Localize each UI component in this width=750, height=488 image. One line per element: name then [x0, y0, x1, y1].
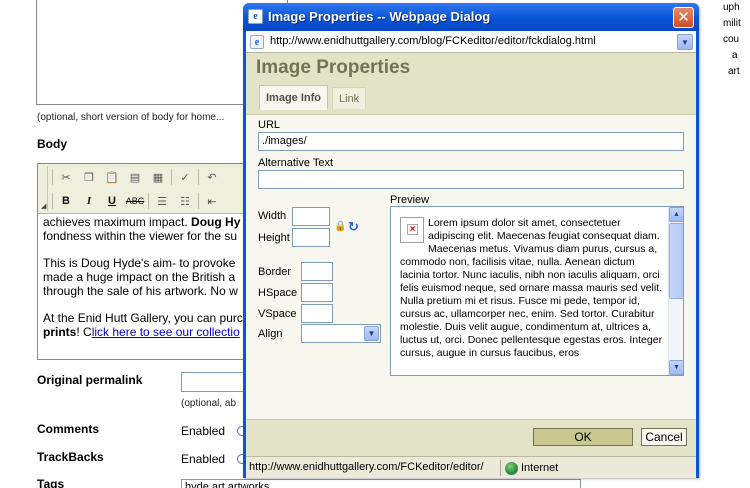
- tab-image-info[interactable]: Image Info: [259, 85, 329, 110]
- address-bar: e http://www.enidhuttgallery.com/blog/FC…: [246, 31, 696, 53]
- border-label: Border: [258, 266, 292, 278]
- toolbar-row-2: B I U ABC ☰ ☷ ⇤: [52, 191, 222, 211]
- alt-text-input[interactable]: [258, 170, 684, 189]
- toolbar-row-1: ✂ ❐ 📋 ▤ ▦ ✓ ↶: [52, 167, 222, 187]
- cut-icon[interactable]: ✂: [56, 168, 76, 186]
- chevron-down-icon[interactable]: ▼: [677, 34, 693, 50]
- dialog-button-bar: OK Cancel: [246, 419, 696, 456]
- underline-button[interactable]: U: [102, 192, 122, 210]
- hspace-label: HSpace: [258, 287, 298, 299]
- paste-text-icon[interactable]: ▤: [125, 168, 145, 186]
- spellcheck-icon[interactable]: ✓: [175, 168, 195, 186]
- strikethrough-button[interactable]: ABC: [125, 192, 145, 210]
- preview-label: Preview: [390, 194, 430, 206]
- paste-word-icon[interactable]: ▦: [148, 168, 168, 186]
- scroll-up-icon[interactable]: ▲: [669, 207, 683, 222]
- trackbacks-value: Enabled: [181, 452, 226, 466]
- status-url: http://www.enidhuttgallery.com/FCKeditor…: [247, 460, 501, 476]
- ie-page-icon: e: [250, 35, 264, 49]
- ok-button[interactable]: OK: [533, 428, 633, 446]
- cancel-button[interactable]: Cancel: [641, 428, 687, 446]
- preview-pane[interactable]: × Lorem ipsum dolor sit amet, consectetu…: [390, 206, 684, 376]
- tab-link[interactable]: Link: [332, 87, 367, 109]
- trackbacks-label: TrackBacks: [37, 450, 104, 464]
- address-url: http://www.enidhuttgallery.com/blog/FCKe…: [270, 35, 596, 47]
- comments-value: Enabled: [181, 424, 226, 438]
- height-label: Height: [258, 232, 290, 244]
- close-button[interactable]: ✕: [673, 7, 694, 28]
- vspace-label: VSpace: [258, 308, 297, 320]
- right-column-text: uph milit cou a art: [723, 2, 741, 77]
- url-input[interactable]: ./images/: [258, 132, 684, 151]
- dialog-heading: Image Properties: [256, 57, 411, 78]
- width-label: Width: [258, 210, 287, 222]
- preview-scrollbar[interactable]: ▲ ▼: [668, 207, 683, 375]
- hspace-input[interactable]: [301, 283, 333, 302]
- image-properties-dialog: e Image Properties -- Webpage Dialog ✕ e…: [243, 3, 699, 478]
- body-label: Body: [37, 137, 67, 151]
- url-label: URL: [258, 119, 281, 131]
- original-permalink-label: Original permalink: [37, 373, 143, 387]
- dialog-title: Image Properties -- Webpage Dialog: [268, 9, 491, 24]
- tags-input[interactable]: hyde art artworks: [181, 479, 581, 488]
- unordered-list-icon[interactable]: ☷: [175, 192, 195, 210]
- align-label: Align: [258, 328, 283, 340]
- copy-icon[interactable]: ❐: [79, 168, 99, 186]
- paste-icon[interactable]: 📋: [102, 168, 122, 186]
- alt-text-label: Alternative Text: [258, 157, 334, 169]
- original-permalink-input[interactable]: [181, 372, 251, 392]
- height-input[interactable]: [292, 228, 330, 247]
- ordered-list-icon[interactable]: ☰: [152, 192, 172, 210]
- zone-label: Internet: [521, 462, 559, 474]
- dialog-header: Image Properties Image Info Link: [246, 53, 696, 115]
- globe-icon: [505, 461, 518, 475]
- ie-page-icon: e: [248, 9, 263, 24]
- toolbar-collapse-handle[interactable]: ◢: [40, 166, 48, 211]
- bold-button[interactable]: B: [56, 192, 76, 210]
- lock-ratio-icon[interactable]: 🔒: [334, 221, 346, 232]
- scroll-thumb[interactable]: [669, 223, 683, 299]
- collection-link[interactable]: lick here to see our collectio: [92, 325, 240, 339]
- width-input[interactable]: [292, 207, 330, 226]
- tags-label: Tags: [37, 477, 65, 488]
- reset-size-icon[interactable]: ↻: [348, 219, 359, 235]
- broken-image-icon: ×: [400, 217, 424, 243]
- outdent-icon[interactable]: ⇤: [202, 192, 222, 210]
- status-bar: http://www.enidhuttgallery.com/FCKeditor…: [246, 456, 696, 478]
- permalink-note: (optional, ab: [181, 398, 237, 409]
- preview-text: × Lorem ipsum dolor sit amet, consectetu…: [400, 217, 663, 359]
- dialog-content: Image Properties Image Info Link URL ./i…: [246, 53, 696, 419]
- comments-label: Comments: [37, 422, 100, 436]
- security-zone: Internet: [505, 460, 558, 476]
- border-input[interactable]: [301, 262, 333, 281]
- dialog-titlebar[interactable]: e Image Properties -- Webpage Dialog ✕: [243, 3, 699, 31]
- vspace-input[interactable]: [301, 304, 333, 323]
- summary-note: (optional, short version of body for hom…: [37, 112, 225, 123]
- scroll-down-icon[interactable]: ▼: [669, 360, 683, 375]
- italic-button[interactable]: I: [79, 192, 99, 210]
- undo-icon[interactable]: ↶: [202, 168, 222, 186]
- align-select[interactable]: ▼: [301, 324, 381, 343]
- chevron-down-icon[interactable]: ▼: [364, 326, 379, 341]
